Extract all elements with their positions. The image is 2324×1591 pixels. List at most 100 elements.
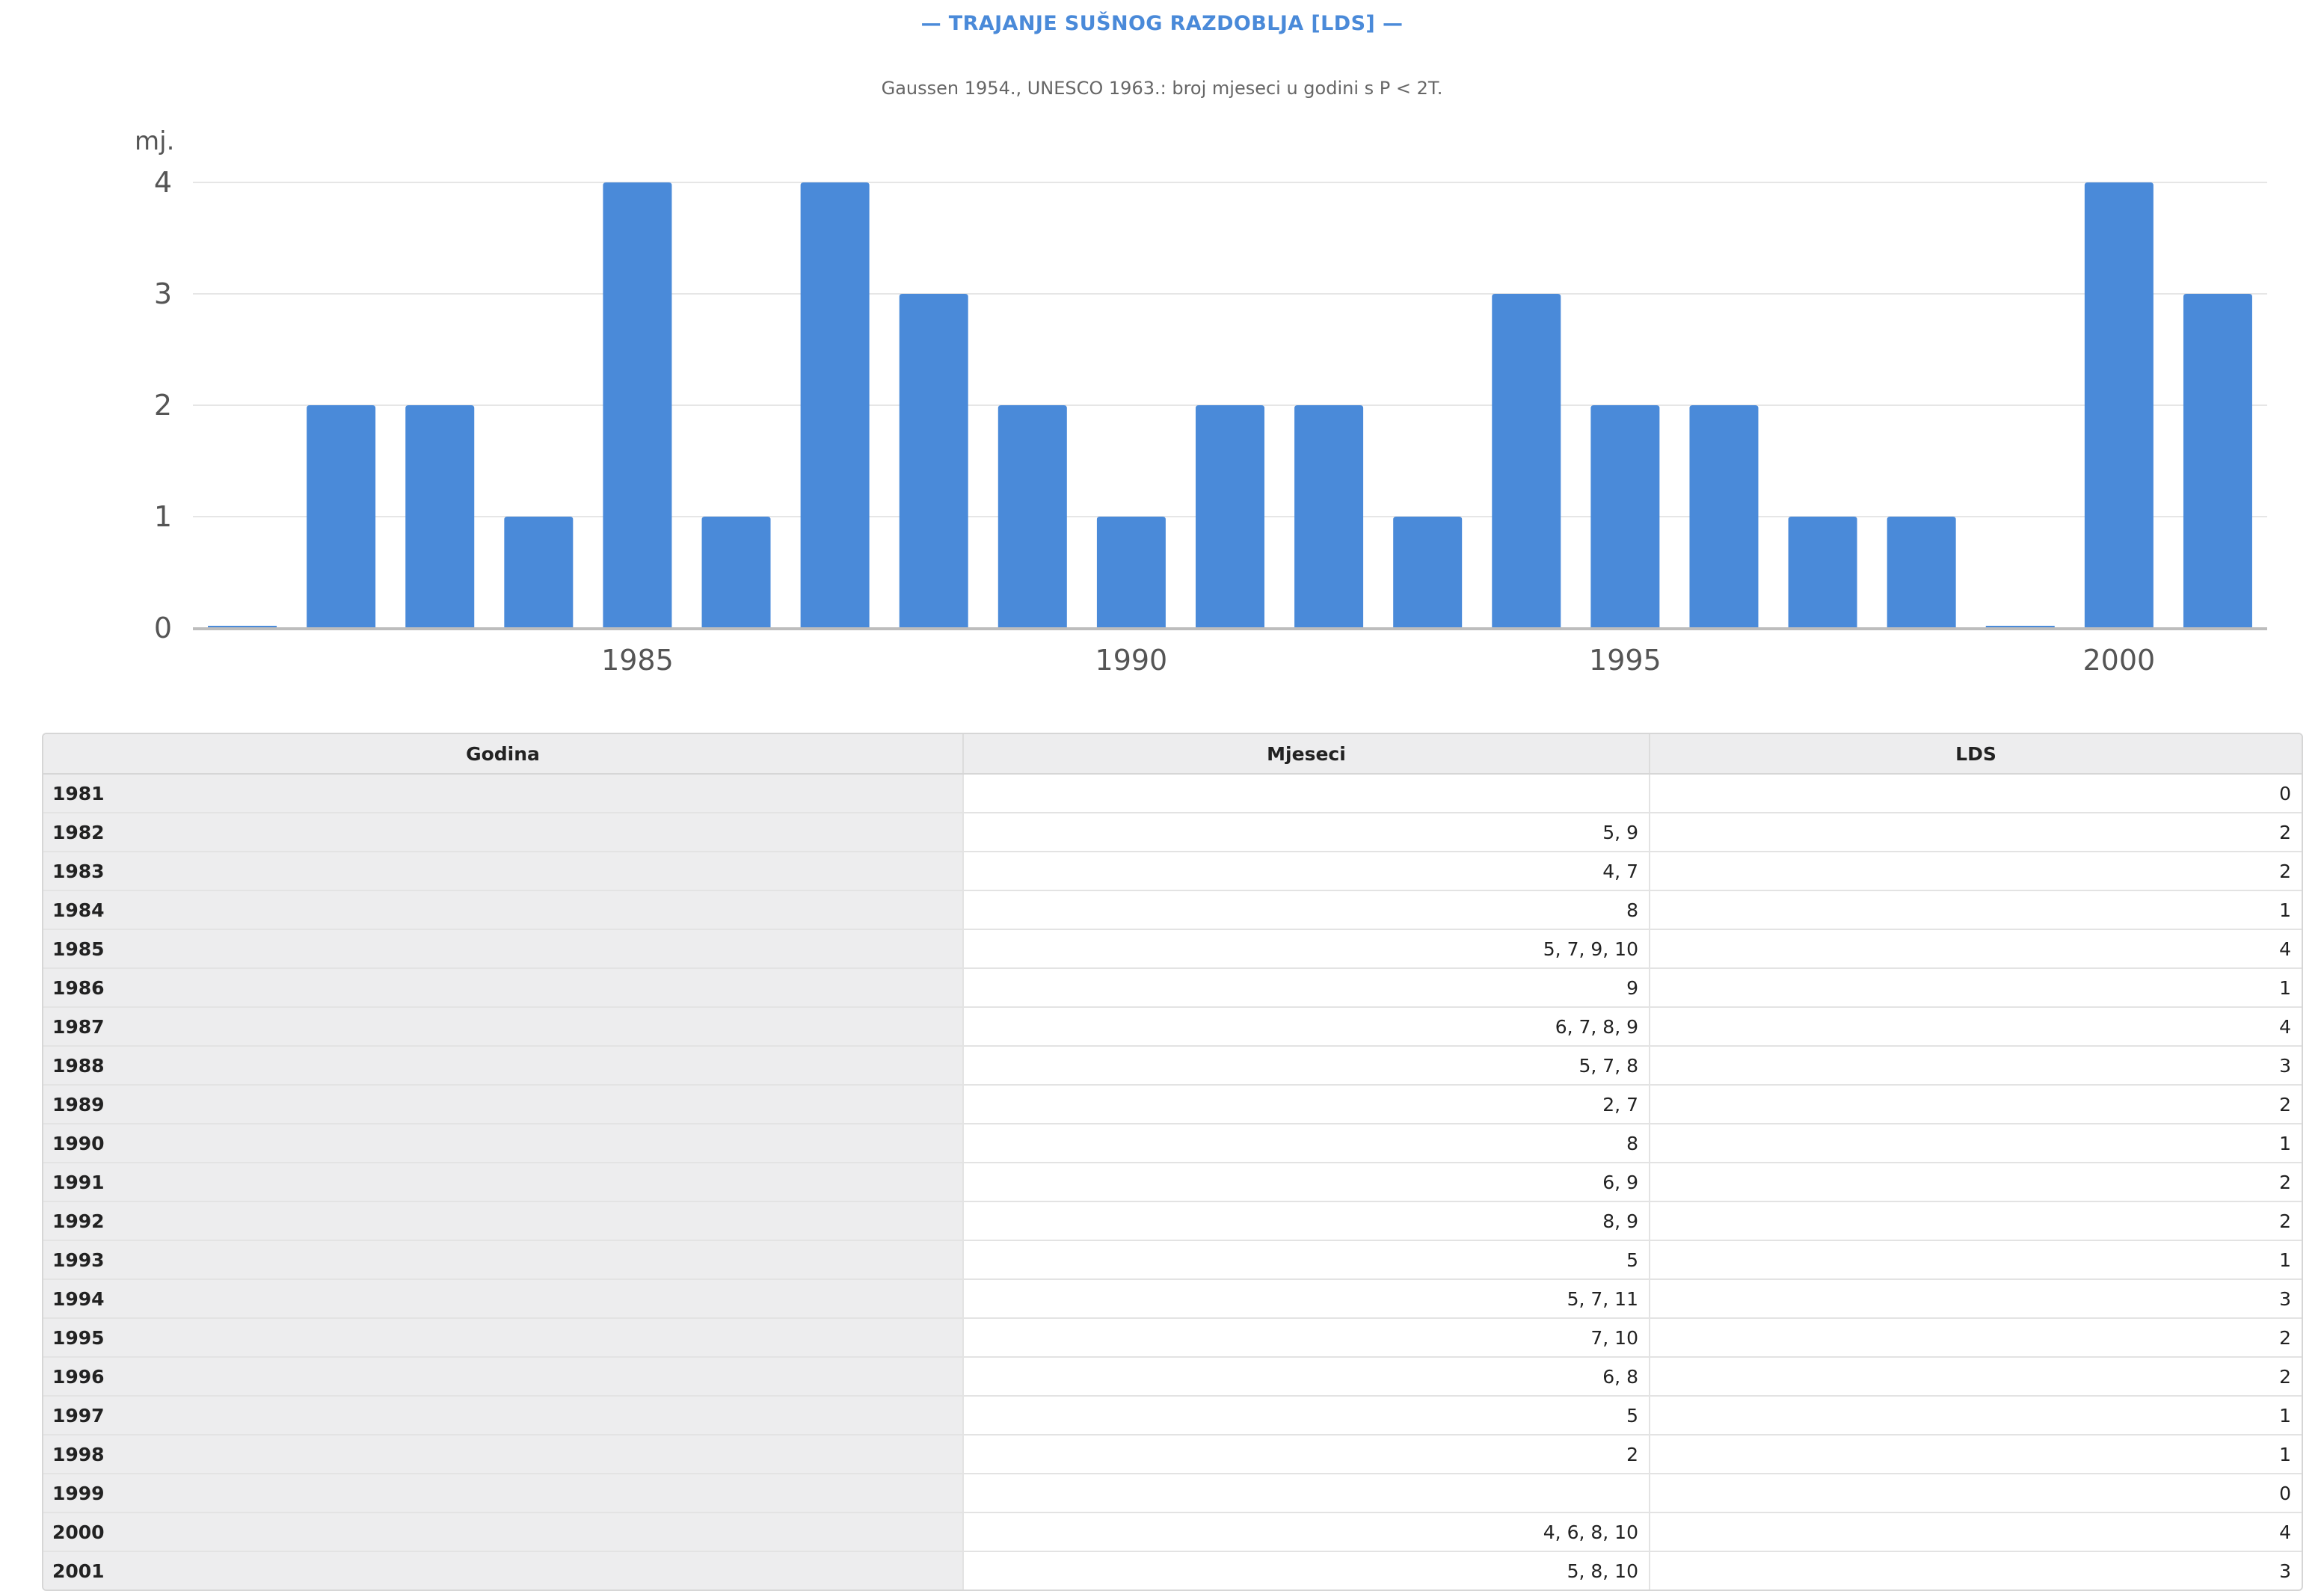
table-row: 1983 4, 72 [43,852,2302,891]
cell-lds: 4 [1650,1007,2302,1047]
cell-year: 1986 [43,968,964,1008]
cell-year: 1987 [43,1007,964,1047]
cell-year: 1998 [43,1435,964,1474]
bar-1998[interactable] [1887,517,1956,628]
cell-lds: 3 [1650,1046,2302,1086]
x-tick-label: 2000 [2082,644,2155,677]
table-row: 1989 2, 72 [43,1085,2302,1124]
cell-lds: 0 [1650,774,2302,813]
cell-lds: 4 [1650,1512,2302,1552]
cell-months: 8 [963,890,1650,930]
chart-title: — TRAJANJE SUŠNOG RAZDOBLJA [LDS] — [920,12,1404,36]
table-row: 1997 5 1 [43,1396,2302,1435]
cell-lds: 1 [1650,968,2302,1008]
cell-year: 1993 [43,1240,964,1280]
column-header-mjeseci[interactable]: Mjeseci [963,734,1650,775]
cell-months: 8, 9 [963,1201,1650,1241]
x-tick-label: 1990 [1095,644,1168,677]
cell-year: 1994 [43,1279,964,1319]
cell-months: 9 [963,968,1650,1008]
table-row: 1985 5, 7, 9, 10 4 [43,929,2302,969]
cell-lds: 1 [1650,1124,2302,1163]
cell-months [963,774,1650,813]
cell-months: 2 [963,1435,1650,1474]
y-tick-label: 0 [154,612,172,644]
cell-year: 1991 [43,1163,964,1202]
lds-table: Godina Mjeseci LDS 1981 0 1982 5, 9 2 1983 4, … [43,734,2302,1590]
table-row: 1996 6, 82 [43,1357,2302,1397]
y-tick-label: 2 [154,389,172,422]
bar-2001[interactable] [2183,294,2252,628]
bar-2000[interactable] [2084,182,2154,628]
cell-months: 7, 10 [963,1318,1650,1358]
bar-1987[interactable] [800,182,870,628]
cell-year: 1982 [43,813,964,852]
bar-1982[interactable] [307,405,376,628]
cell-lds: 3 [2279,1560,2291,1582]
bar-1995[interactable] [1590,405,1660,628]
cell-lds: 1 [1650,1240,2302,1280]
table-row: 1995 7, 10 2 [43,1318,2302,1358]
cell-months: 5, 7, 8 [963,1046,1650,1086]
cell-months: 5, 7, 9, 10 [963,929,1650,969]
cell-lds: 2 [1650,1357,2302,1397]
data-table-container: Godina Mjeseci LDS 1981 0 1982 5, 9 2 1983 4, … [42,733,2303,1591]
table-row: 1987 6, 7, 8, 94 [43,1007,2302,1047]
cell-months: 5, 7, 11 [963,1279,1650,1319]
cell-months: 2, 7 [963,1085,1650,1124]
cell-year: 1985 [43,929,964,969]
table-row: 1981 0 [43,774,2302,813]
cell-year: 1992 [43,1201,964,1241]
cell-lds: 2 [1650,852,2302,891]
column-header-lds[interactable]: LDS [1650,734,2302,775]
cell-months: 5 [963,1240,1650,1280]
cell-year: 1988 [43,1046,964,1086]
cell-lds: 2 [1650,813,2302,852]
bar-1983[interactable] [405,405,475,628]
x-tick-label: 1995 [1589,644,1661,677]
cell-months: 6, 7, 8, 9 [963,1007,1650,1047]
cell-lds: 1 [1650,1396,2302,1435]
bar-1994[interactable] [1492,294,1561,628]
cell-year: 1999 [43,1474,964,1513]
cell-months: 4, 7 [963,852,1650,891]
cell-year: 1984 [43,890,964,930]
y-tick-label: 4 [154,166,172,199]
cell-months: 6, 8 [963,1357,1650,1397]
bar-1989[interactable] [997,405,1067,628]
cell-year: 1997 [43,1396,964,1435]
table-row: 1998 2 1 [43,1435,2302,1474]
cell-year: 1983 [43,852,964,891]
bar-1992[interactable] [1294,405,1364,628]
table-row: 1990 8 1 [43,1124,2302,1163]
cell-lds: 2 [1650,1085,2302,1124]
table-row: 2001 5, 8, 10 3 [43,1551,2302,1590]
cell-lds: 4 [1650,929,2302,969]
y-tick-label: 3 [154,277,172,310]
bar-1991[interactable] [1196,405,1264,628]
bar-1997[interactable] [1788,517,1857,628]
table-row: 2000 4, 6, 8, 10 4 [43,1512,2302,1552]
y-tick-label: 1 [154,500,172,533]
bar-1984[interactable] [504,517,574,628]
bar-1988[interactable] [899,294,968,628]
bar-1993[interactable] [1393,517,1463,628]
cell-lds: 2 [1650,1201,2302,1241]
bar-1990[interactable] [1096,517,1166,628]
cell-months: 5, 8, 10 [963,1551,1650,1590]
cell-months: 5 [963,1396,1650,1435]
table-row: 1982 5, 92 [43,813,2302,852]
table-row: 1991 6, 92 [43,1163,2302,1202]
bar-1996[interactable] [1689,405,1759,628]
bar-1985[interactable] [603,182,672,628]
cell-lds: 3 [1650,1279,2302,1319]
table-header-row: Godina Mjeseci LDS [43,734,2302,775]
cell-year: 1995 [43,1318,964,1358]
column-header-godina[interactable]: Godina [43,734,964,775]
cell-lds: 1 [1650,890,2302,930]
cell-months: 5, 9 [963,813,1650,852]
cell-year: 1996 [43,1357,964,1397]
bar-1986[interactable] [701,517,771,628]
cell-months: 4, 6, 8, 10 [963,1512,1650,1552]
cell-year: 2000 [43,1512,964,1552]
